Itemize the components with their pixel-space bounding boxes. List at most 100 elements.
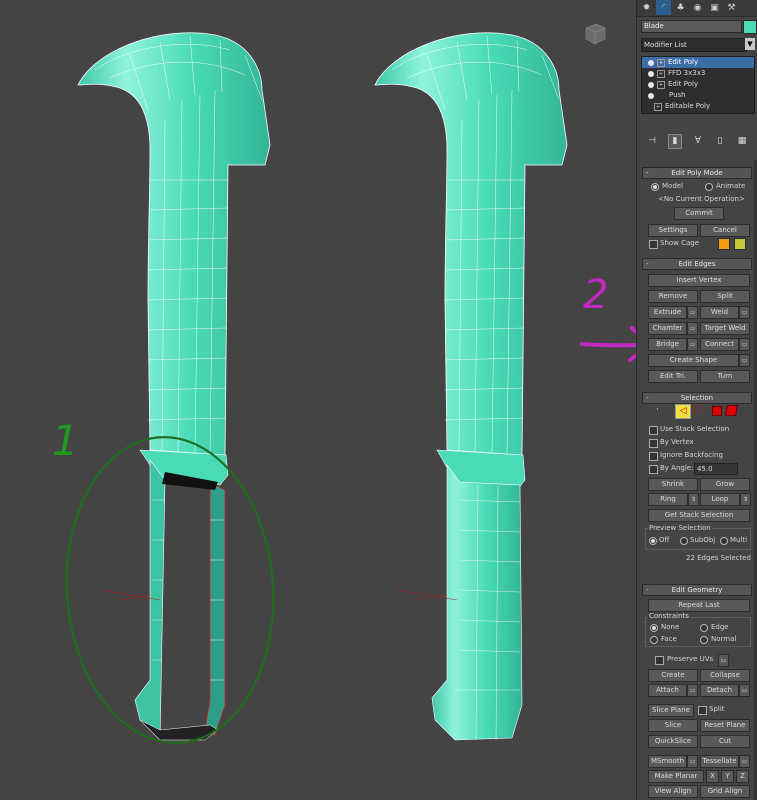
split-button[interactable]: Split [700, 290, 750, 303]
rollout-header[interactable]: - Edit Geometry [642, 584, 752, 596]
bulb-icon[interactable] [648, 59, 654, 66]
weld-button[interactable]: Weld [700, 306, 739, 319]
use-stack-selection-checkbox[interactable] [649, 426, 658, 435]
slice-plane-button[interactable]: Slice Plane [648, 704, 694, 717]
preserve-uvs-checkbox[interactable] [655, 656, 664, 665]
viewport[interactable]: 1 2 [0, 0, 636, 800]
remove-modifier-icon[interactable]: ▯ [714, 135, 726, 148]
grid-align-button[interactable]: Grid Align [700, 785, 750, 798]
detach-settings-icon[interactable]: ▭ [739, 684, 750, 697]
planar-x-button[interactable]: X [706, 770, 719, 783]
target-weld-button[interactable]: Target Weld [700, 322, 750, 335]
show-end-result-icon[interactable]: ▮ [668, 133, 682, 149]
rollout-header[interactable]: - Selection [642, 392, 752, 404]
ring-spinner-icon[interactable]: ⇕ [688, 493, 699, 506]
weld-settings-icon[interactable]: ▭ [739, 306, 750, 319]
bridge-settings-icon[interactable]: ▭ [687, 338, 698, 351]
create-shape-settings-icon[interactable]: ▭ [739, 354, 750, 367]
by-angle-checkbox[interactable] [649, 465, 658, 474]
extrude-settings-icon[interactable]: ▭ [687, 306, 698, 319]
cage-color-swatch-1[interactable] [718, 238, 730, 250]
attach-button[interactable]: Attach [648, 684, 687, 697]
modifier-list-dropdown[interactable]: Modifier List [641, 38, 747, 52]
edge-mode-icon[interactable]: ◁ [675, 404, 691, 419]
preview-multi-radio[interactable] [720, 537, 728, 545]
edit-tri-button[interactable]: Edit Tri. [648, 370, 698, 383]
rollout-header[interactable]: - Edit Poly Mode [642, 167, 752, 179]
object-color-swatch[interactable] [743, 20, 757, 34]
collapse-button[interactable]: Collapse [700, 669, 750, 682]
cut-button[interactable]: Cut [700, 735, 750, 748]
constraint-normal-radio[interactable] [700, 636, 708, 644]
polygon-mode-icon[interactable] [712, 406, 722, 416]
preview-off-radio[interactable] [649, 537, 657, 545]
stack-item-edit-poly-top[interactable]: + Edit Poly [642, 57, 754, 68]
commit-button[interactable]: Commit [674, 207, 724, 220]
expand-icon[interactable]: + [657, 69, 665, 78]
stack-item-push[interactable]: Push [642, 90, 754, 101]
tessellate-button[interactable]: Tessellate [700, 755, 739, 768]
slice-button[interactable]: Slice [648, 719, 698, 732]
cancel-button[interactable]: Cancel [700, 224, 750, 237]
cage-color-swatch-2[interactable] [734, 238, 746, 250]
rollout-header[interactable]: - Edit Edges [642, 258, 752, 270]
expand-icon[interactable]: + [657, 58, 665, 67]
hierarchy-icon[interactable]: ♣ [673, 0, 688, 15]
chamfer-button[interactable]: Chamfer [648, 322, 687, 335]
chevron-down-icon[interactable]: ▼ [745, 38, 755, 50]
configure-sets-icon[interactable]: ▦ [736, 135, 748, 148]
repeat-last-button[interactable]: Repeat Last [648, 599, 750, 612]
pin-stack-icon[interactable]: ⊣ [646, 135, 658, 148]
preserve-uvs-settings-icon[interactable]: ▭ [718, 654, 729, 667]
bulb-icon[interactable] [648, 70, 654, 77]
connect-button[interactable]: Connect [700, 338, 739, 351]
reset-plane-button[interactable]: Reset Plane [700, 719, 750, 732]
motion-icon[interactable]: ◉ [690, 0, 705, 15]
show-cage-checkbox[interactable] [649, 240, 658, 249]
border-mode-icon[interactable]: ◯ [692, 404, 702, 416]
msmooth-settings-icon[interactable]: ▭ [687, 755, 698, 768]
view-align-button[interactable]: View Align [648, 785, 698, 798]
stack-item-ffd[interactable]: + FFD 3x3x3 [642, 68, 754, 79]
animate-radio[interactable] [705, 183, 713, 191]
attach-settings-icon[interactable]: ▭ [687, 684, 698, 697]
by-vertex-checkbox[interactable] [649, 439, 658, 448]
bulb-icon[interactable] [648, 92, 654, 99]
quickslice-button[interactable]: QuickSlice [648, 735, 698, 748]
planar-z-button[interactable]: Z [736, 770, 749, 783]
expand-icon[interactable]: + [654, 102, 662, 111]
ring-button[interactable]: Ring [648, 493, 688, 506]
make-unique-icon[interactable]: ∀ [692, 135, 704, 148]
create-icon[interactable]: ✹ [639, 0, 654, 15]
remove-button[interactable]: Remove [648, 290, 698, 303]
constraint-face-radio[interactable] [650, 636, 658, 644]
stack-item-edit-poly[interactable]: + Edit Poly [642, 79, 754, 90]
msmooth-button[interactable]: MSmooth [648, 755, 687, 768]
display-icon[interactable]: ▣ [707, 0, 722, 15]
turn-button[interactable]: Turn [700, 370, 750, 383]
insert-vertex-button[interactable]: Insert Vertex [648, 274, 750, 287]
model-radio[interactable] [651, 183, 659, 191]
ignore-backfacing-checkbox[interactable] [649, 452, 658, 461]
angle-spinner[interactable]: 45.0 [694, 463, 738, 475]
split-checkbox[interactable] [698, 706, 707, 715]
chamfer-settings-icon[interactable]: ▭ [687, 322, 698, 335]
connect-settings-icon[interactable]: ▭ [739, 338, 750, 351]
object-name-field[interactable]: Blade [641, 20, 742, 33]
viewcube-icon[interactable] [582, 22, 608, 46]
planar-y-button[interactable]: Y [721, 770, 734, 783]
constraint-edge-radio[interactable] [700, 624, 708, 632]
element-mode-icon[interactable] [725, 405, 738, 416]
viewport-canvas[interactable]: 1 2 [0, 0, 636, 800]
get-stack-selection-button[interactable]: Get Stack Selection [648, 509, 750, 522]
loop-button[interactable]: Loop [700, 493, 740, 506]
vertex-mode-icon[interactable]: · [656, 405, 666, 415]
tessellate-settings-icon[interactable]: ▭ [739, 755, 750, 768]
shrink-button[interactable]: Shrink [648, 478, 698, 491]
create-shape-button[interactable]: Create Shape [648, 354, 739, 367]
stack-item-editable-poly[interactable]: + Editable Poly [642, 101, 754, 112]
constraint-none-radio[interactable] [650, 624, 658, 632]
utilities-icon[interactable]: ⚒ [724, 0, 739, 15]
modify-icon[interactable]: ◜ [656, 0, 671, 15]
settings-button[interactable]: Settings [648, 224, 698, 237]
